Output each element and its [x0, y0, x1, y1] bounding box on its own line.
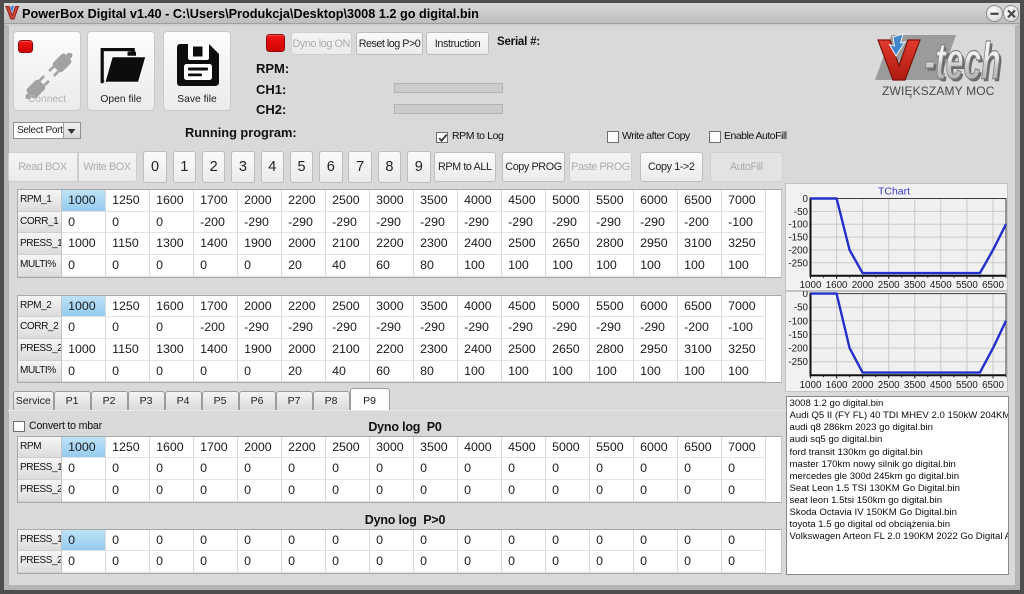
svg-text:1000: 1000	[800, 380, 822, 391]
svg-text:2000: 2000	[852, 280, 874, 291]
svg-text:-250: -250	[788, 357, 808, 368]
svg-text:2000: 2000	[852, 380, 874, 391]
svg-text:TChart: TChart	[878, 186, 910, 198]
svg-text:-200: -200	[788, 344, 808, 355]
svg-text:-100: -100	[788, 316, 808, 327]
svg-text:1000: 1000	[800, 280, 822, 291]
svg-text:3500: 3500	[904, 280, 926, 291]
svg-text:2500: 2500	[878, 280, 900, 291]
svg-text:-50: -50	[794, 303, 809, 314]
svg-text:6500: 6500	[982, 280, 1004, 291]
svg-text:2500: 2500	[878, 380, 900, 391]
svg-text:5500: 5500	[956, 380, 978, 391]
svg-text:-150: -150	[788, 233, 808, 244]
svg-text:1600: 1600	[826, 280, 848, 291]
svg-text:ZWIĘKSZAMY MOC: ZWIĘKSZAMY MOC	[882, 84, 995, 98]
svg-text:0: 0	[803, 291, 809, 300]
svg-text:-250: -250	[788, 258, 808, 269]
svg-text:4500: 4500	[930, 380, 952, 391]
svg-text:4500: 4500	[930, 280, 952, 291]
svg-text:3500: 3500	[904, 380, 926, 391]
svg-text:-tech: -tech	[925, 33, 1001, 91]
svg-text:-50: -50	[794, 207, 809, 218]
svg-text:-200: -200	[788, 246, 808, 257]
svg-text:5500: 5500	[956, 280, 978, 291]
svg-text:-150: -150	[788, 330, 808, 341]
svg-text:-100: -100	[788, 220, 808, 231]
svg-text:0: 0	[803, 194, 809, 205]
svg-text:6500: 6500	[982, 380, 1004, 391]
svg-text:1600: 1600	[826, 380, 848, 391]
